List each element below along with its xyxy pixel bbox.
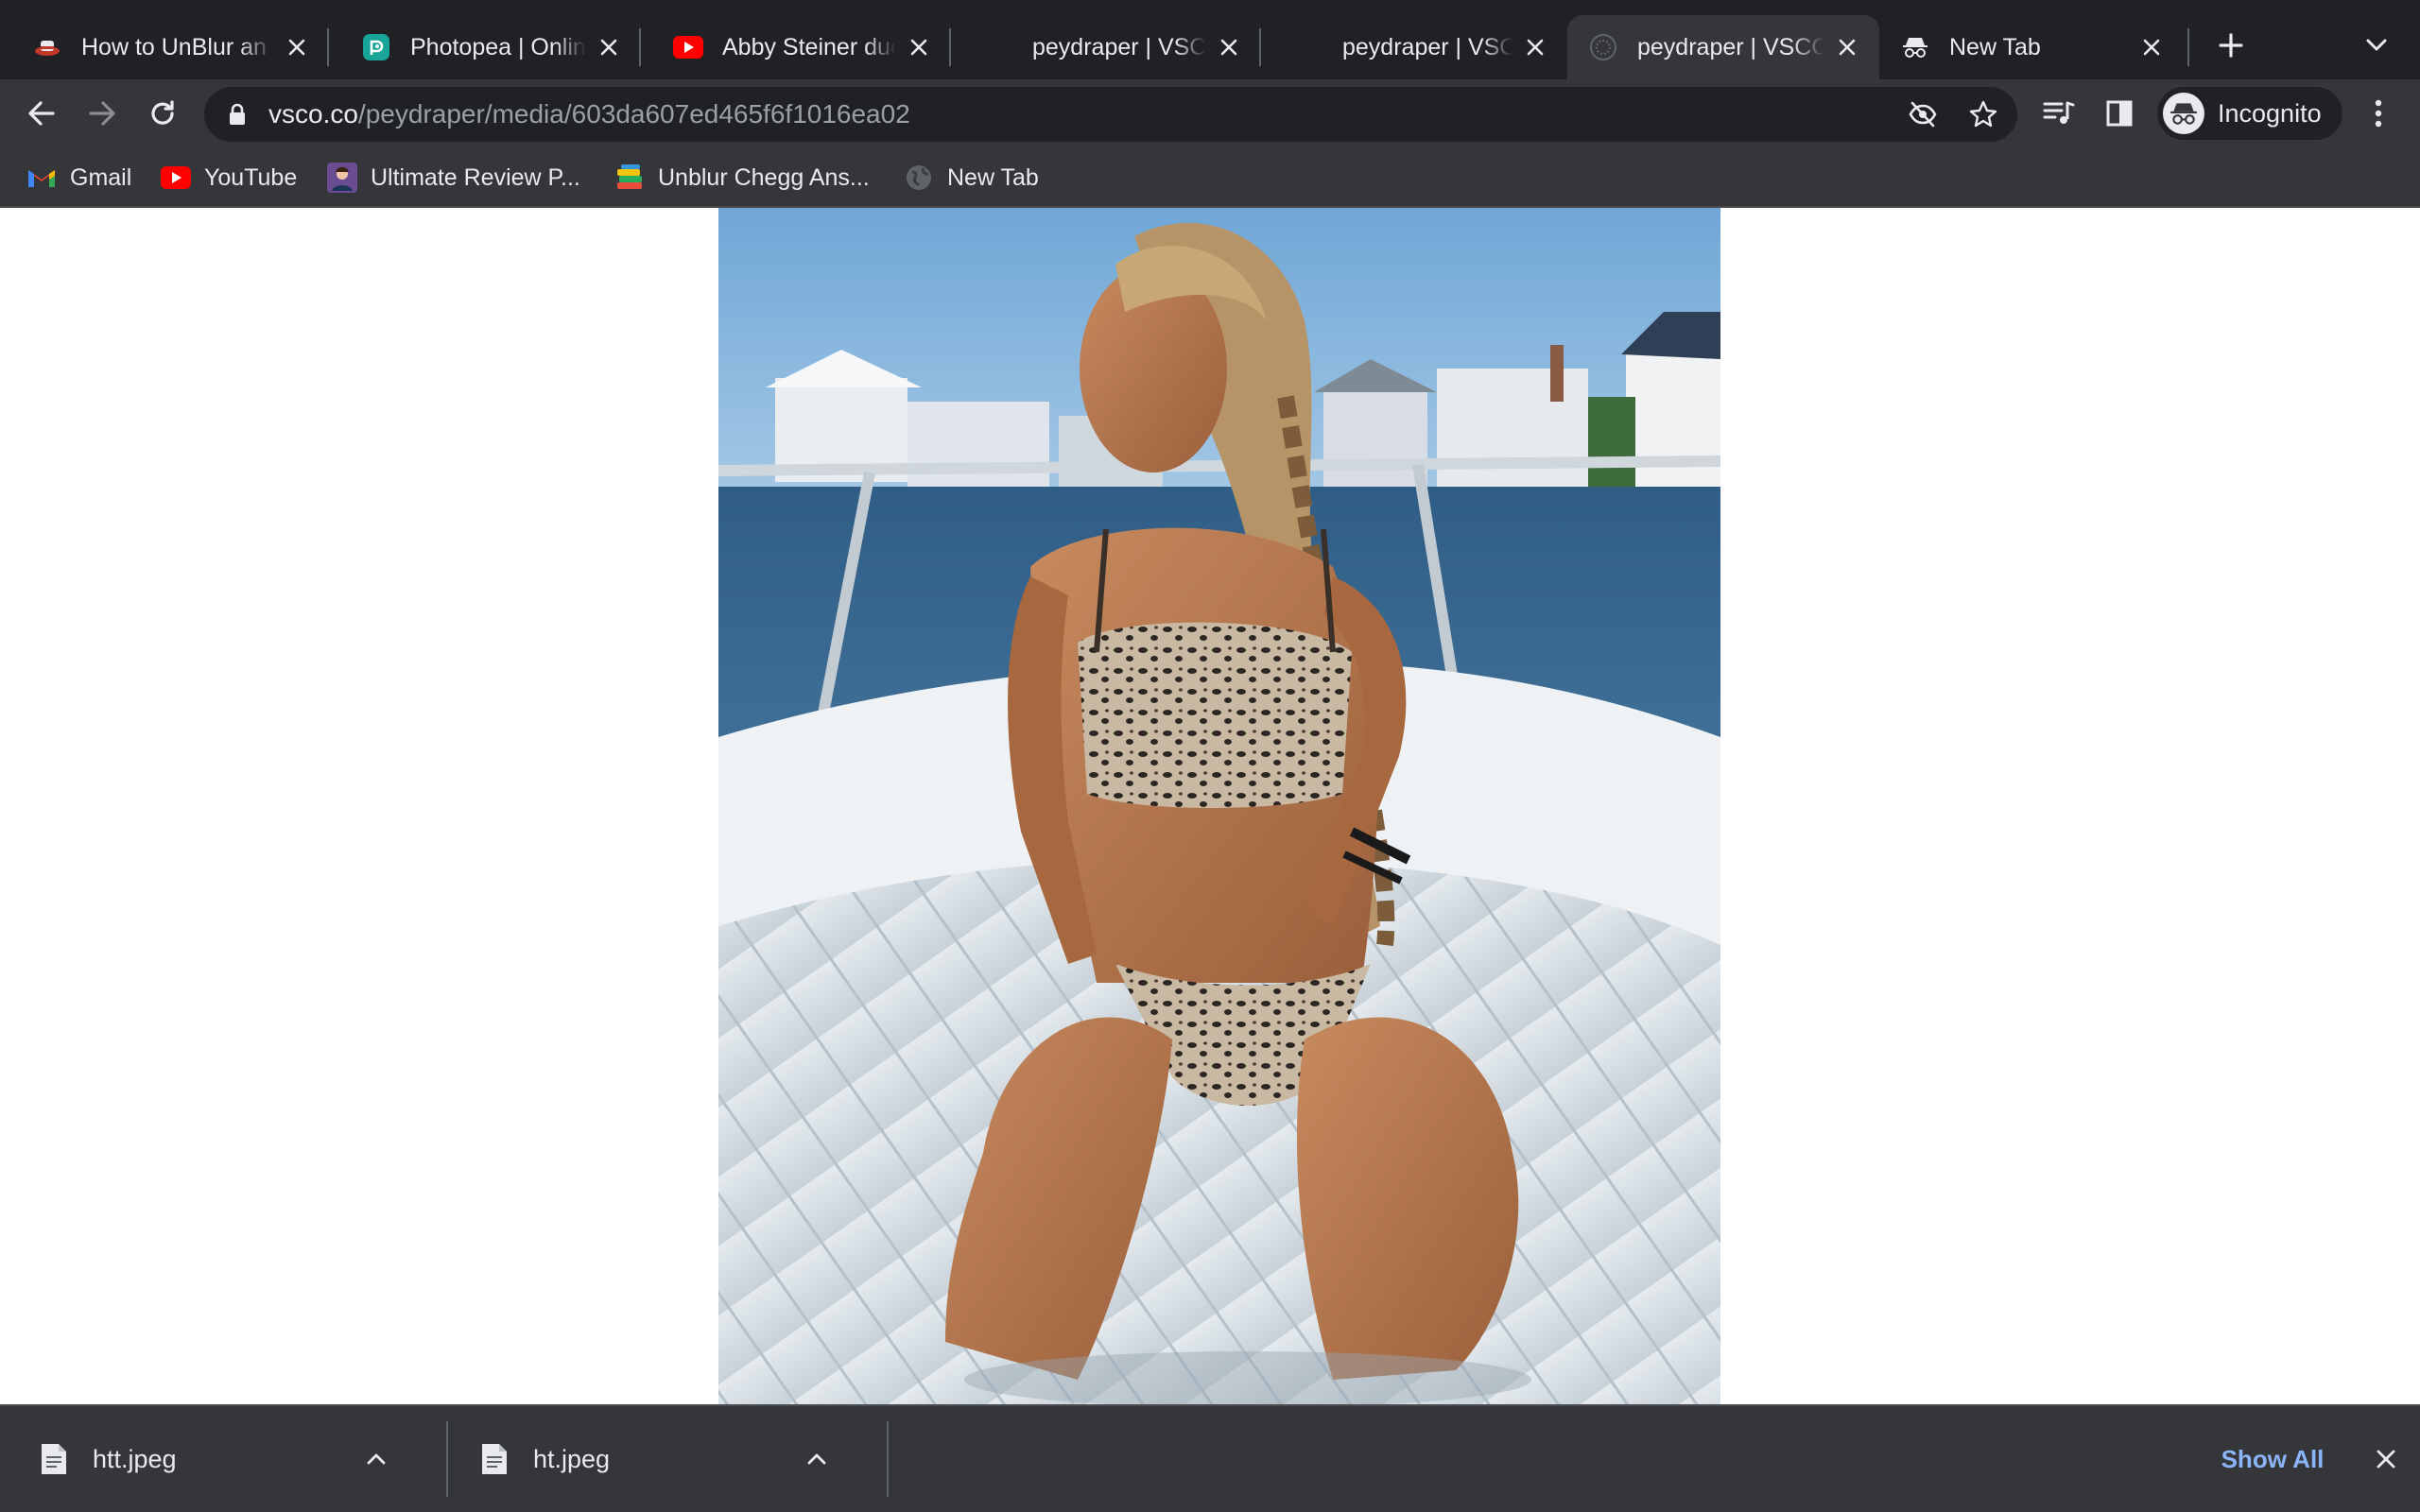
side-panel-icon (2106, 100, 2133, 127)
gmail-icon (26, 163, 57, 193)
page-content (0, 208, 2420, 1404)
youtube-icon (161, 163, 191, 193)
plus-icon (2219, 33, 2243, 58)
tab-strip: How to UnBlur an Photopea | Online Abby … (0, 0, 2420, 79)
lock-icon (230, 103, 245, 125)
vsco-icon (983, 32, 1013, 62)
globe-icon (904, 163, 934, 193)
url-host: vsco.co (268, 99, 358, 129)
bookmark-new-tab[interactable]: New Tab (904, 159, 1039, 197)
tab-title: How to UnBlur an (81, 33, 267, 60)
side-panel-button[interactable] (2097, 91, 2142, 136)
vsco-photo[interactable] (718, 208, 1720, 1404)
tab-title: peydraper | VSCO (1342, 33, 1512, 60)
close-icon[interactable] (1214, 32, 1244, 62)
url-text[interactable]: vsco.co/peydraper/media/603da607ed465f6f… (268, 87, 910, 142)
avatar-icon (327, 163, 357, 193)
download-item[interactable]: ht.jpeg (480, 1406, 836, 1512)
profile-label: Incognito (2218, 98, 2322, 128)
url-path: /peydraper/media/603da607ed465f6f1016ea0… (357, 99, 910, 129)
tab-title: peydraper | VSCO (1637, 33, 1824, 60)
download-shelf: htt.jpeg ht.jpeg Show All (0, 1404, 2420, 1512)
chevron-down-icon (2366, 39, 2387, 51)
profile-button[interactable]: Incognito (2157, 87, 2342, 140)
bookmark-gmail[interactable]: Gmail (26, 159, 131, 197)
bookmark-label: Unblur Chegg Ans... (658, 163, 870, 191)
close-icon[interactable] (1520, 32, 1550, 62)
close-icon[interactable] (1832, 32, 1862, 62)
tab-title: Photopea | Online (410, 33, 586, 60)
bookmarks-bar: Gmail YouTube Ultimate Review P... Unblu… (0, 147, 2420, 208)
back-arrow-icon (28, 101, 55, 126)
download-separator (887, 1421, 889, 1497)
bookmark-ultimate-review[interactable]: Ultimate Review P... (327, 159, 580, 197)
incognito-icon (2163, 93, 2204, 134)
address-bar[interactable]: vsco.co/peydraper/media/603da607ed465f6f… (204, 87, 2017, 142)
tab-separator (2187, 28, 2189, 66)
file-icon (482, 1444, 507, 1474)
tab-title: peydraper | VSCO (1032, 33, 1206, 60)
forward-arrow-icon (89, 101, 115, 126)
reload-icon (151, 100, 174, 125)
close-icon[interactable] (282, 32, 312, 62)
books-icon (614, 163, 645, 193)
tab-photopea[interactable]: Photopea | Online (329, 15, 641, 79)
hat-icon (32, 32, 62, 62)
chevron-up-icon[interactable] (798, 1440, 836, 1478)
download-separator (446, 1421, 448, 1497)
tab-title: Abby Steiner duel (722, 33, 896, 60)
chevron-up-icon[interactable] (357, 1440, 395, 1478)
close-icon[interactable] (2136, 32, 2167, 62)
new-tab-button[interactable] (2210, 25, 2252, 66)
tab-new-tab[interactable]: New Tab (1879, 15, 2184, 79)
forward-button[interactable] (79, 91, 125, 136)
tab-abby-steiner[interactable]: Abby Steiner duel (641, 15, 951, 79)
close-icon[interactable] (904, 32, 934, 62)
close-shelf-button[interactable] (2367, 1440, 2405, 1478)
media-control-button[interactable] (2036, 91, 2082, 136)
close-icon[interactable] (594, 32, 624, 62)
file-icon (42, 1444, 66, 1474)
show-all-button[interactable]: Show All (2199, 1423, 2346, 1495)
star-icon[interactable] (1966, 97, 2000, 131)
bookmark-youtube[interactable]: YouTube (161, 159, 297, 197)
back-button[interactable] (19, 91, 64, 136)
close-icon (2377, 1450, 2395, 1469)
tab-search-button[interactable] (2358, 26, 2395, 64)
download-filename: htt.jpeg (93, 1444, 177, 1473)
tab-title: New Tab (1949, 33, 2041, 60)
eye-off-icon[interactable] (1906, 97, 1940, 131)
download-filename: ht.jpeg (533, 1444, 611, 1473)
navigation-toolbar: vsco.co/peydraper/media/603da607ed465f6f… (0, 79, 2420, 147)
bookmark-label: New Tab (947, 163, 1039, 191)
photopea-icon (361, 32, 391, 62)
kebab-menu-icon (2375, 99, 2382, 128)
download-item[interactable]: htt.jpeg (40, 1406, 395, 1512)
reload-button[interactable] (140, 91, 185, 136)
youtube-icon (673, 32, 703, 62)
tab-peydraper-active[interactable]: peydraper | VSCO (1567, 15, 1879, 79)
bookmark-unblur-chegg[interactable]: Unblur Chegg Ans... (614, 159, 870, 197)
bookmark-label: Gmail (70, 163, 132, 191)
vsco-icon (1588, 32, 1618, 62)
vsco-icon (1293, 32, 1323, 62)
menu-button[interactable] (2356, 91, 2401, 136)
bookmark-label: YouTube (204, 163, 298, 191)
media-queue-icon (2043, 101, 2075, 124)
tab-peydraper-1[interactable]: peydraper | VSCO (951, 15, 1261, 79)
bookmark-label: Ultimate Review P... (371, 163, 580, 191)
incognito-icon (1900, 32, 1930, 62)
tab-how-to-unblur[interactable]: How to UnBlur an (0, 15, 329, 79)
tab-peydraper-2[interactable]: peydraper | VSCO (1261, 15, 1567, 79)
